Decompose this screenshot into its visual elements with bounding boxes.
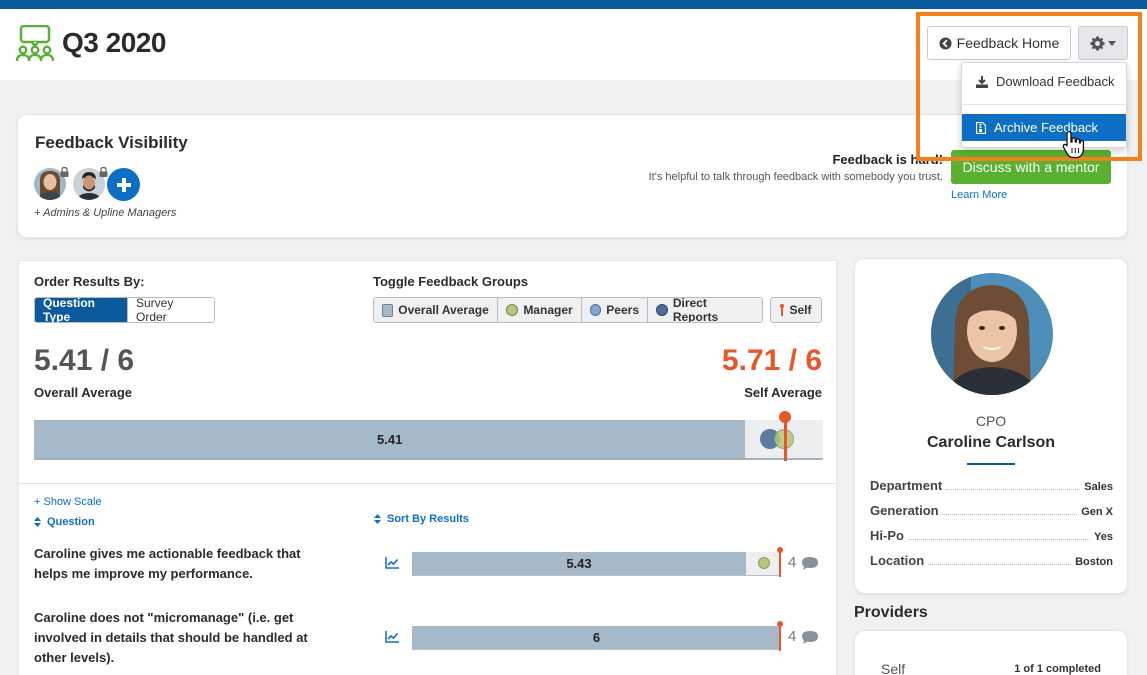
hand-pointer-cursor-icon xyxy=(1062,130,1085,159)
self-marker xyxy=(778,411,791,461)
attribute-key: Hi-Po xyxy=(870,528,904,543)
toggle-overall-average-label: Overall Average xyxy=(398,303,489,317)
providers-title: Providers xyxy=(854,604,928,621)
order-question-type-button[interactable]: Question Type xyxy=(35,298,128,322)
feedback-group-toggles: Overall Average Manager Peers Direct Rep… xyxy=(373,297,763,323)
plus-icon xyxy=(116,177,131,192)
toggle-direct-reports[interactable]: Direct Reports xyxy=(648,298,762,322)
leader-dots xyxy=(907,530,1091,540)
providers-card: Self 1 of 1 completed xyxy=(854,630,1128,675)
comment-count: 4 xyxy=(788,628,797,645)
leader-dots xyxy=(928,555,1072,565)
profile-role: CPO xyxy=(975,413,1007,429)
question-text: Caroline gives me actionable feedback th… xyxy=(34,546,301,581)
overall-average-label: Overall Average xyxy=(34,385,133,400)
self-pin-icon xyxy=(780,304,785,316)
trend-chart-icon[interactable] xyxy=(385,631,399,643)
annotation-highlight-box xyxy=(916,12,1142,161)
comment-icon[interactable] xyxy=(801,556,819,571)
woman-portrait-icon xyxy=(931,273,1053,395)
comment-icon[interactable] xyxy=(801,630,819,645)
toggle-direct-reports-label: Direct Reports xyxy=(672,297,719,323)
feedback-logo-icon xyxy=(16,25,54,62)
toggle-manager-label: Manager xyxy=(523,303,573,317)
question-sort-label: Question xyxy=(47,516,95,528)
self-score: 5.71 / 6 xyxy=(721,344,822,377)
sort-icon xyxy=(34,517,41,527)
leader-dots xyxy=(946,480,1081,490)
toggle-self[interactable]: Self xyxy=(770,297,822,323)
attribute-key: Location xyxy=(870,553,925,568)
toggle-peers[interactable]: Peers xyxy=(582,298,648,322)
results-card: Order Results By: Question Type Survey O… xyxy=(18,260,837,675)
direct-reports-dot-icon xyxy=(656,304,668,316)
manager-dot-icon xyxy=(506,304,519,316)
question-sort-button[interactable]: Question xyxy=(34,516,95,528)
admins-note: + Admins & Upline Managers xyxy=(34,207,177,219)
top-accent-bar xyxy=(0,0,1147,9)
toggle-groups-label: Toggle Feedback Groups xyxy=(373,274,529,289)
visibility-title: Feedback Visibility xyxy=(35,133,188,152)
attribute-row: Department Sales xyxy=(870,478,1113,496)
comment-count: 4 xyxy=(788,554,797,571)
order-results-label: Order Results By: xyxy=(34,274,145,289)
question-text: Caroline does not "micromanage" (i.e. ge… xyxy=(34,610,308,665)
leader-dots xyxy=(942,505,1078,515)
manager-marker xyxy=(757,557,770,569)
attribute-value: Sales xyxy=(1084,481,1113,493)
order-survey-order-button[interactable]: Survey Order xyxy=(128,298,214,322)
attribute-value: Gen X xyxy=(1081,506,1113,518)
question-score-fill: 5.43 xyxy=(412,552,746,575)
sort-by-results-label: Sort By Results xyxy=(387,513,469,525)
self-marker xyxy=(777,547,783,577)
learn-more-link[interactable]: Learn More xyxy=(951,189,1007,201)
attribute-value: Yes xyxy=(1094,531,1113,543)
add-viewer-button[interactable] xyxy=(107,168,140,201)
toggle-manager[interactable]: Manager xyxy=(498,298,582,322)
attribute-key: Department xyxy=(870,478,943,493)
provider-name: Self xyxy=(881,661,906,675)
peers-dot-icon xyxy=(590,304,602,316)
lock-icon xyxy=(99,167,108,177)
overall-score-fill: 5.41 xyxy=(34,420,746,458)
attribute-value: Boston xyxy=(1075,556,1113,568)
attribute-row: Hi-Po Yes xyxy=(870,528,1113,546)
toggle-overall-average[interactable]: Overall Average xyxy=(374,298,498,322)
attribute-row: Location Boston xyxy=(870,553,1113,571)
profile-photo xyxy=(931,273,1053,395)
profile-name: Caroline Carlson xyxy=(926,434,1056,451)
trend-chart-icon[interactable] xyxy=(385,557,399,569)
section-divider xyxy=(19,483,836,484)
profile-card: CPO Caroline Carlson Department Sales Ge… xyxy=(854,258,1128,594)
toggle-peers-label: Peers xyxy=(606,303,639,317)
lock-icon xyxy=(60,167,69,177)
show-scale-link[interactable]: + Show Scale xyxy=(34,496,102,508)
question-score-bar: 6 xyxy=(412,626,781,650)
order-results-toggle: Question Type Survey Order xyxy=(34,297,215,323)
toggle-self-label: Self xyxy=(789,303,812,317)
provider-status: 1 of 1 completed xyxy=(1014,663,1101,675)
overall-score: 5.41 / 6 xyxy=(34,344,135,377)
overall-average-swatch-icon xyxy=(382,303,394,317)
question-score-bar: 5.43 xyxy=(412,552,781,576)
sort-by-results-button[interactable]: Sort By Results xyxy=(374,513,469,525)
attribute-key: Generation xyxy=(870,503,939,518)
sort-icon xyxy=(374,514,381,524)
self-marker xyxy=(777,621,783,651)
feedback-hard-subtitle: It's helpful to talk through feedback wi… xyxy=(648,171,943,183)
self-average-label: Self Average xyxy=(744,385,822,400)
page-title: Q3 2020 xyxy=(62,27,166,58)
attribute-row: Generation Gen X xyxy=(870,503,1113,521)
overall-score-bar: 5.41 xyxy=(34,420,823,460)
name-underline xyxy=(967,463,1015,465)
question-score-fill: 6 xyxy=(412,626,781,649)
